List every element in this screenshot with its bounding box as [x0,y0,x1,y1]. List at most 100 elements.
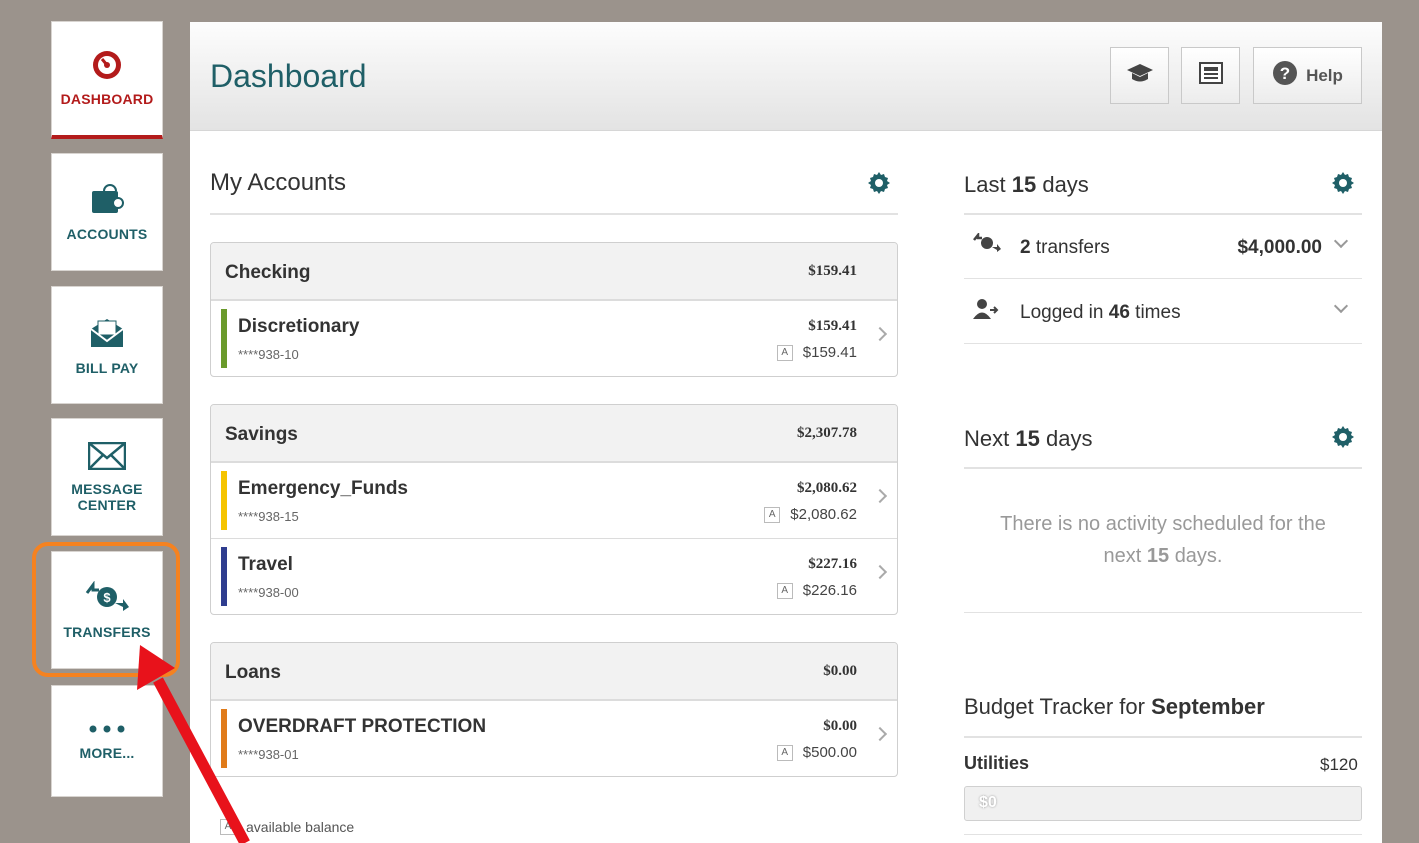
account-name: Emergency_Funds [238,478,408,499]
help-icon: ? [1272,60,1298,91]
wallet-icon [90,183,124,220]
available-balance: A $226.16 [776,582,857,599]
legend-text: available balance [246,819,355,835]
transfer-icon [972,231,1002,258]
transfers-text: 2 transfers [1020,237,1110,259]
title-suffix: days [1045,426,1093,451]
account-number: ****938-00 [238,585,299,600]
transfers-label: transfers [1035,237,1110,258]
empty-suffix: days. [1174,545,1223,567]
group-name: Loans [225,662,281,683]
nav-label: ACCOUNTS [66,225,148,242]
group-total: $0.00 [823,663,857,679]
title-number: 15 [1011,172,1037,197]
my-accounts-title: My Accounts [210,169,347,196]
group-header: Checking $159.41 [211,243,897,300]
nav-dashboard[interactable]: DASHBOARD [51,21,163,139]
svg-text:?: ? [1280,64,1290,83]
group-total: $159.41 [808,263,857,279]
accounts-settings-gear-icon[interactable] [866,170,892,196]
account-balance: $159.41 [808,318,857,334]
available-amount: $2,080.62 [790,506,857,523]
account-number: ****938-01 [238,747,299,762]
account-row[interactable]: OVERDRAFT PROTECTION ****938-01 $0.00 A $… [211,700,897,776]
user-login-icon [972,298,1000,325]
last-15-days-title: Last 15 days [964,172,1089,198]
group-header: Savings $2,307.78 [211,405,897,462]
available-balance: A $500.00 [776,744,857,761]
nav-more[interactable]: MORE... [51,685,163,797]
transfers-count: 2 [1020,237,1031,258]
next15-settings-gear-icon[interactable] [1330,424,1356,450]
account-color-bar [221,547,227,606]
account-number: ****938-10 [238,347,299,362]
group-name: Savings [225,424,298,445]
education-button[interactable] [1110,47,1169,104]
nav-label-line2: CENTER [77,496,137,513]
available-amount: $226.16 [802,582,857,599]
account-name: OVERDRAFT PROTECTION [238,716,487,737]
available-badge: A [764,506,781,523]
available-amount: $159.41 [802,344,857,361]
divider [964,612,1362,613]
account-group-checking: Checking $159.41 Discretionary ****938-1… [210,242,898,377]
graduation-cap-icon [1126,62,1154,89]
logins-text: Logged in 46 times [1020,302,1181,324]
nav-label: BILL PAY [75,359,139,376]
budget-category: Utilities [964,753,1030,773]
title-prefix: Next [964,426,1010,451]
available-badge: A [776,744,793,761]
available-amount: $500.00 [802,744,857,761]
account-number: ****938-15 [238,509,299,524]
chevron-right-icon [872,488,888,504]
divider [964,834,1362,835]
newspaper-icon [1198,61,1224,90]
available-balance-legend: A available balance [220,819,354,835]
divider [210,213,898,215]
nav-label-line1: MESSAGE [71,480,143,497]
account-row[interactable]: Emergency_Funds ****938-15 $2,080.62 A $2… [211,462,897,538]
account-color-bar [221,471,227,530]
empty-number: 15 [1146,545,1170,567]
account-group-loans: Loans $0.00 OVERDRAFT PROTECTION ****938… [210,642,898,777]
account-row[interactable]: Travel ****938-00 $227.16 A $226.16 [211,538,897,614]
transfers-summary-row[interactable]: 2 transfers $4,000.00 [964,215,1362,279]
chevron-right-icon [872,726,888,742]
available-badge: A [220,819,236,835]
nav-bill-pay[interactable]: BILL PAY [51,286,163,404]
chevron-down-icon [1333,233,1349,249]
group-name: Checking [225,262,311,283]
account-color-bar [221,709,227,768]
news-button[interactable] [1181,47,1240,104]
nav-label: MORE... [79,745,135,761]
logins-summary-row[interactable]: Logged in 46 times [964,280,1362,344]
help-button[interactable]: ? Help [1253,47,1362,104]
account-color-bar [221,309,227,368]
divider [964,467,1362,469]
available-badge: A [776,582,793,599]
budget-progress-bar: $0 [964,786,1362,821]
title-suffix: days [1042,172,1089,197]
chevron-right-icon [872,326,888,342]
available-badge: A [776,344,793,361]
title-prefix: Budget Tracker for [964,694,1145,719]
nav-message-center[interactable]: MESSAGE CENTER [51,418,163,536]
envelope-bill-icon [88,315,126,354]
nav-accounts[interactable]: ACCOUNTS [51,153,163,271]
speedometer-icon [92,50,122,85]
last15-settings-gear-icon[interactable] [1330,170,1356,196]
nav-label: DASHBOARD [60,91,154,107]
logged-count: 46 [1108,302,1130,323]
account-name: Travel [238,554,293,575]
main-panel: Dashboard ? Help My Accounts Checking $1… [190,22,1382,843]
mail-icon [87,441,127,475]
budget-month: September [1151,694,1265,719]
budget-spent: $0 [979,794,997,811]
title-number: 15 [1015,426,1040,451]
no-activity-line2: next 15 days. [964,540,1362,572]
transfers-amount: $4,000.00 [1237,237,1322,258]
logged-prefix: Logged in [1020,302,1104,323]
more-dots-icon [87,721,127,739]
account-balance: $227.16 [808,556,857,572]
account-row[interactable]: Discretionary ****938-10 $159.41 A $159.4… [211,300,897,376]
